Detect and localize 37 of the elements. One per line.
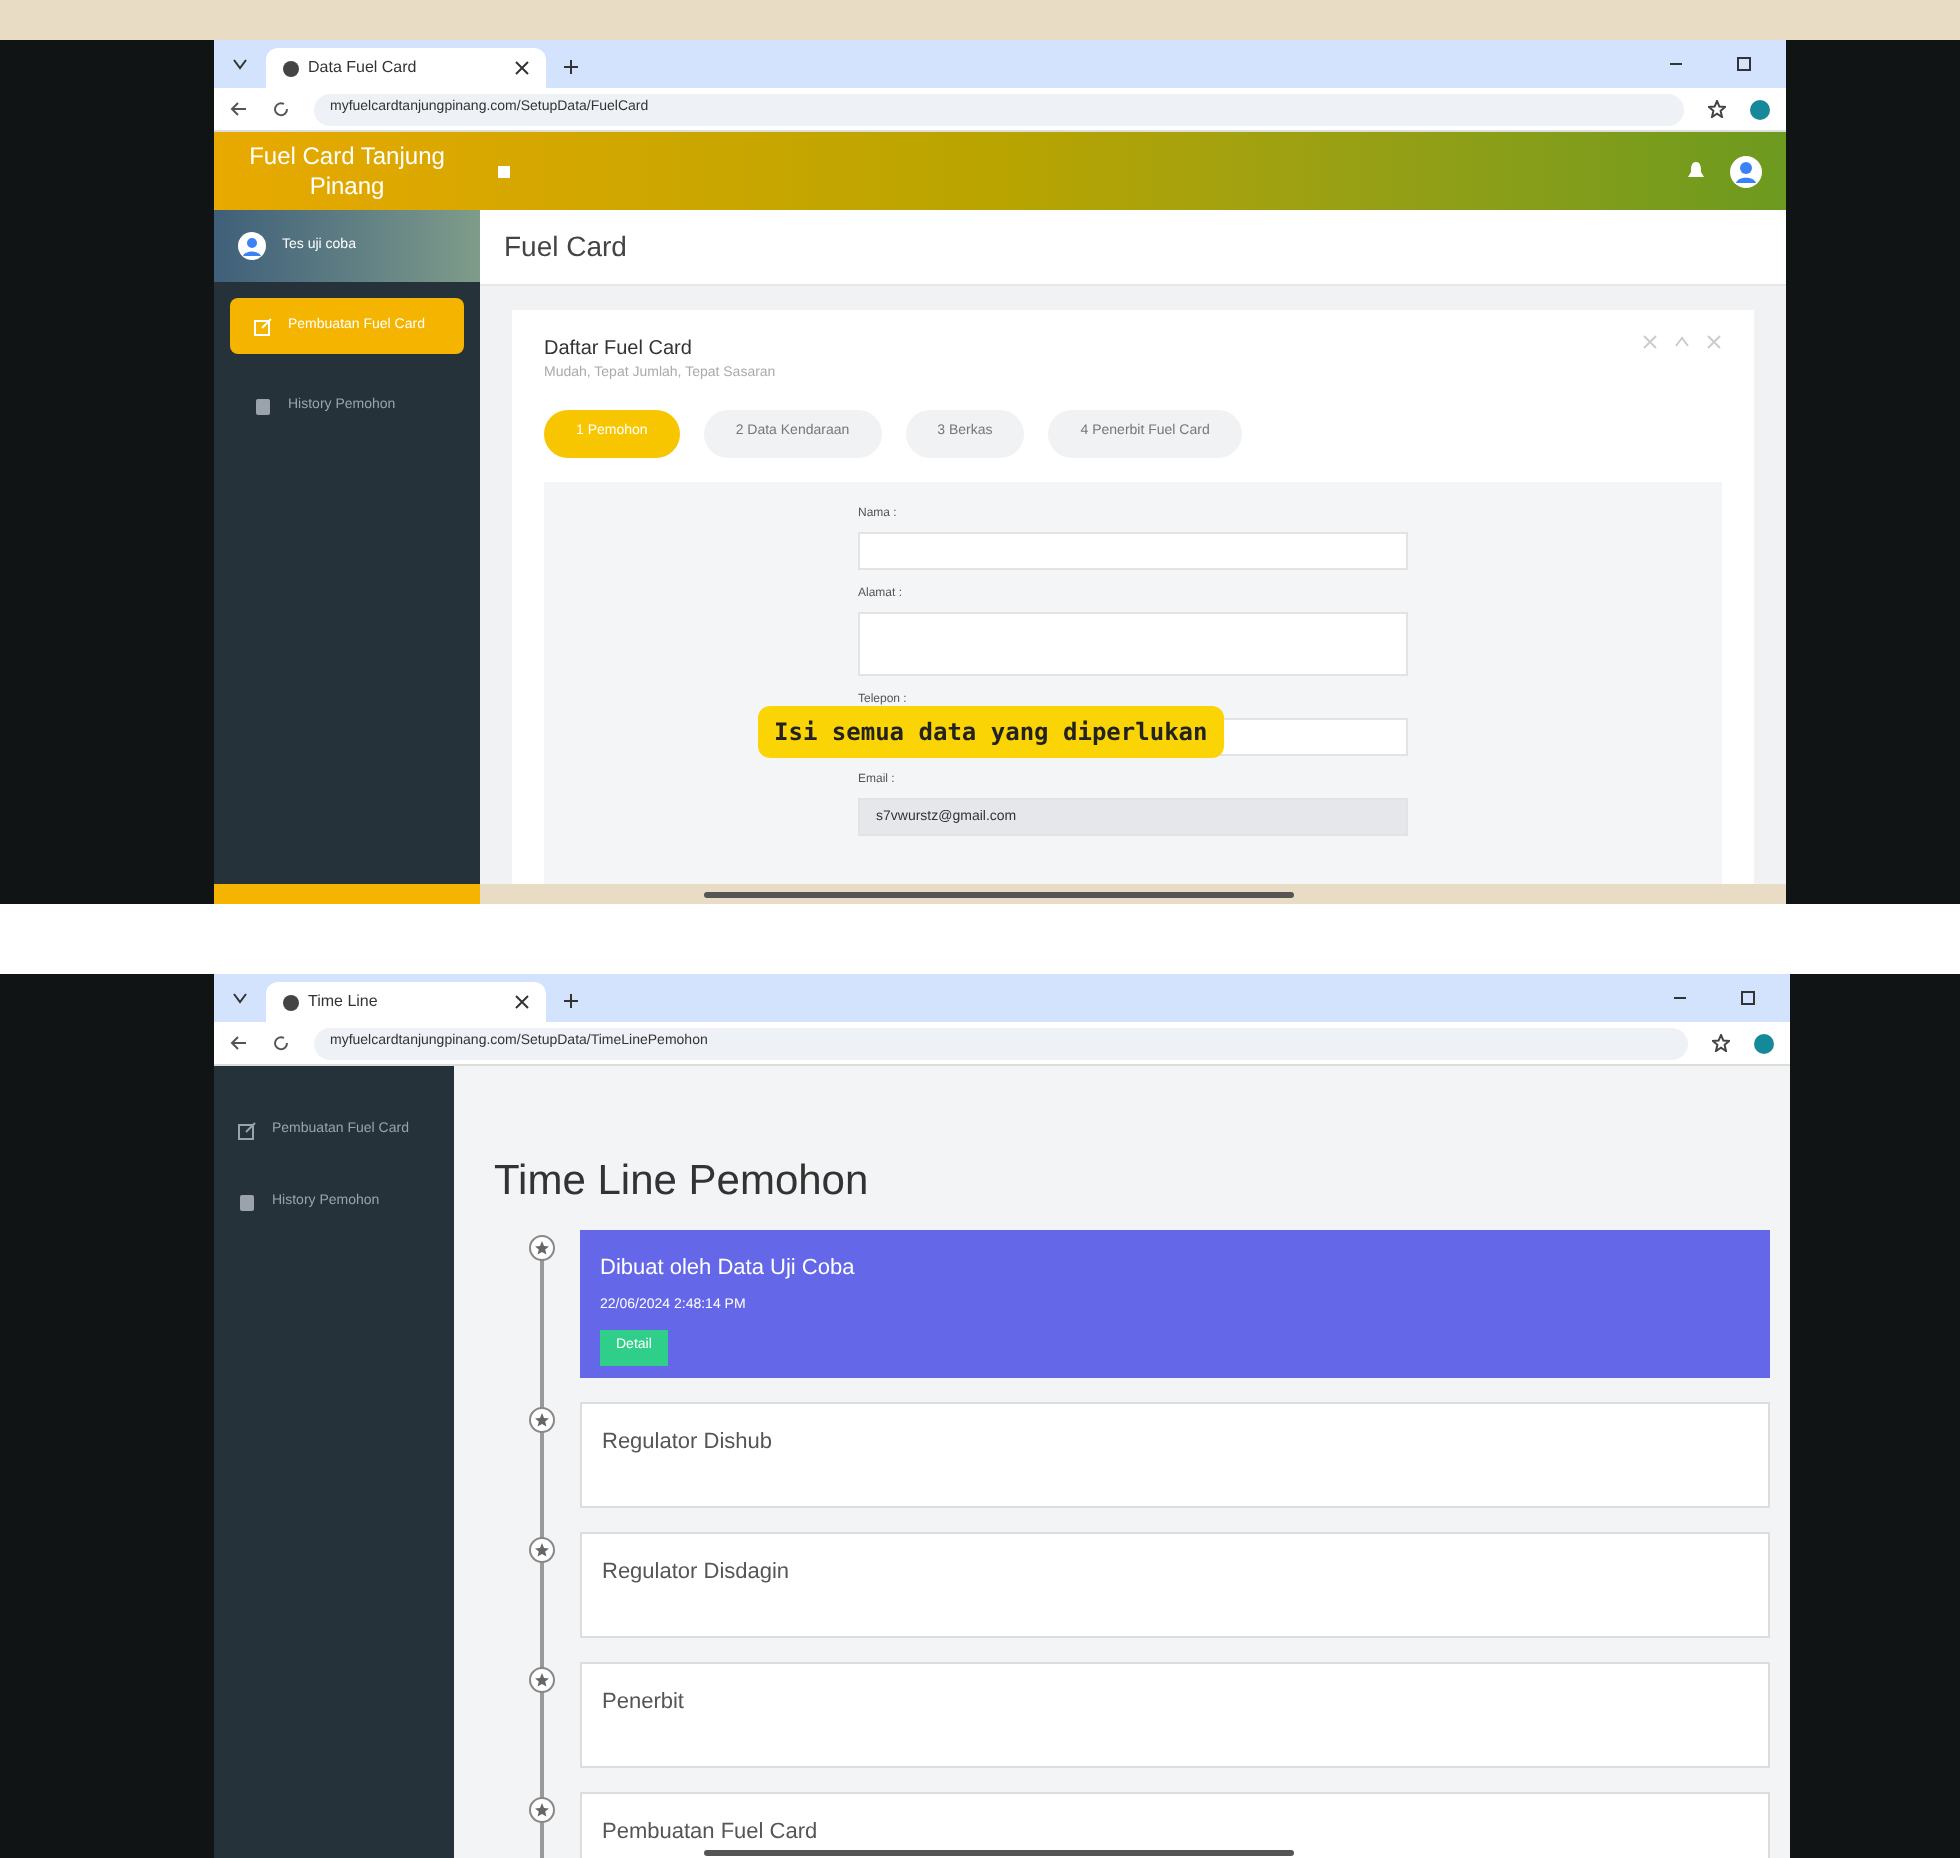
card-title: Daftar Fuel Card xyxy=(544,336,694,364)
refresh-icon[interactable] xyxy=(272,100,290,118)
book-icon[interactable] xyxy=(238,1193,256,1211)
bell-icon[interactable] xyxy=(1686,160,1706,182)
browser-tab[interactable]: Time Line xyxy=(266,982,546,1022)
timeline-title: Dibuat oleh Data Uji Coba xyxy=(600,1253,855,1283)
refresh-icon[interactable] xyxy=(272,1034,290,1052)
close-icon[interactable] xyxy=(514,60,530,76)
tab-list-icon[interactable] xyxy=(230,988,250,1008)
timeline-title: Regulator Disdagin xyxy=(602,1557,790,1587)
star-icon[interactable] xyxy=(1712,1034,1730,1052)
page-title: Fuel Card xyxy=(504,228,627,266)
profile-icon[interactable] xyxy=(1754,1033,1774,1053)
browser-tab[interactable]: Data Fuel Card xyxy=(266,48,546,88)
timeline-title: Regulator Dishub xyxy=(602,1427,772,1457)
new-tab-icon[interactable] xyxy=(562,58,580,76)
star-icon[interactable] xyxy=(1708,100,1726,118)
page-heading: Time Line Pemohon xyxy=(494,1156,871,1208)
timeline-title: Penerbit xyxy=(602,1687,684,1717)
book-icon[interactable] xyxy=(254,397,272,415)
edit-icon[interactable] xyxy=(238,1121,256,1139)
restore-icon[interactable] xyxy=(1738,988,1758,1008)
restore-icon[interactable] xyxy=(1734,54,1754,74)
avatar-icon[interactable] xyxy=(238,232,266,260)
video-caption-toast: Isi semua data yang diperlukan xyxy=(758,706,1224,758)
avatar-icon[interactable] xyxy=(1730,155,1762,187)
back-icon[interactable] xyxy=(230,1034,248,1052)
back-icon[interactable] xyxy=(230,100,248,118)
close-icon[interactable] xyxy=(514,994,530,1010)
timeline-title: Pembuatan Fuel Card xyxy=(602,1817,818,1847)
profile-icon[interactable] xyxy=(1750,99,1770,119)
scrollbar[interactable] xyxy=(704,1850,1294,1856)
input-field[interactable] xyxy=(858,531,1408,569)
app-brand: Fuel Card Tanjung Pinang xyxy=(247,141,447,201)
scrollbar[interactable] xyxy=(704,891,1294,897)
tab-list-icon[interactable] xyxy=(230,54,250,74)
new-tab-icon[interactable] xyxy=(562,992,580,1010)
